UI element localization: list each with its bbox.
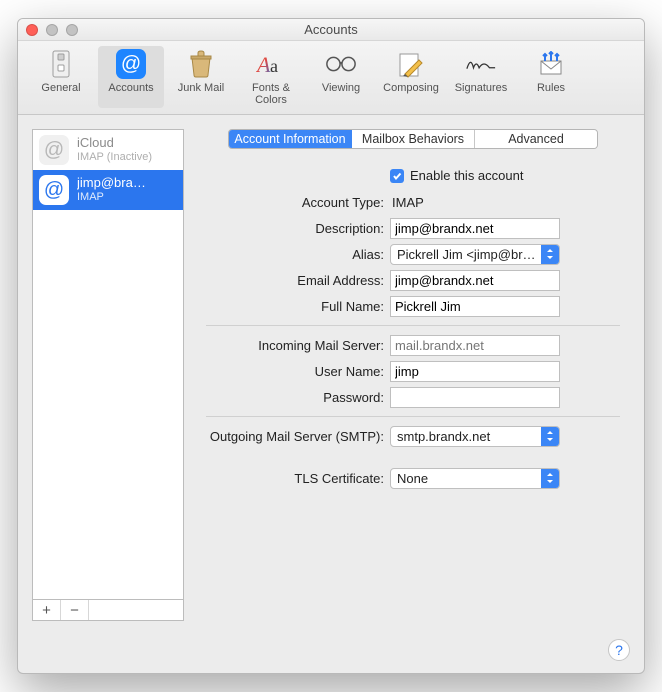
toolbar-label: Composing (378, 82, 444, 94)
account-row-icloud[interactable]: @ iCloud IMAP (Inactive) (33, 130, 183, 170)
accounts-sidebar: @ iCloud IMAP (Inactive) @ jimp@bra… IMA… (32, 129, 184, 621)
glasses-icon (325, 55, 357, 73)
description-label: Description: (196, 221, 390, 236)
account-subtitle: IMAP (Inactive) (77, 151, 152, 164)
incoming-label: Incoming Mail Server: (196, 338, 390, 353)
email-label: Email Address: (196, 273, 390, 288)
preferences-window: Accounts General @ Accounts Junk Mail Aa… (17, 18, 645, 674)
svg-text:A: A (256, 52, 271, 77)
tab-mailbox-behaviors[interactable]: Mailbox Behaviors (352, 130, 475, 148)
at-icon: @ (39, 175, 69, 205)
add-account-button[interactable]: + (33, 600, 61, 620)
signature-icon (465, 54, 497, 74)
toolbar-item-general[interactable]: General (28, 46, 94, 108)
account-name: iCloud (77, 136, 152, 151)
account-form: Enable this account Account Type: IMAP D… (196, 163, 630, 491)
tab-account-information[interactable]: Account Information (229, 130, 352, 148)
fullname-label: Full Name: (196, 299, 390, 314)
tls-label: TLS Certificate: (196, 471, 390, 486)
chevron-up-down-icon (541, 469, 559, 488)
accounts-list[interactable]: @ iCloud IMAP (Inactive) @ jimp@bra… IMA… (32, 129, 184, 599)
toolbar-item-accounts[interactable]: @ Accounts (98, 46, 164, 108)
chevron-up-down-icon (541, 245, 559, 264)
toolbar-item-rules[interactable]: Rules (518, 46, 584, 108)
outgoing-server-select[interactable]: smtp.brandx.net (390, 426, 560, 447)
password-label: Password: (196, 390, 390, 405)
fonts-icon: Aa (256, 50, 286, 78)
enable-account-checkbox[interactable]: Enable this account (390, 168, 523, 183)
toolbar-label: Fonts & Colors (238, 82, 304, 106)
trash-icon (188, 50, 214, 78)
content-area: @ iCloud IMAP (Inactive) @ jimp@bra… IMA… (18, 115, 644, 633)
segmented-control: Account Information Mailbox Behaviors Ad… (228, 129, 598, 149)
toolbar-item-viewing[interactable]: Viewing (308, 46, 374, 108)
filler (89, 600, 183, 620)
footer: ? (18, 633, 644, 673)
account-name: jimp@bra… (77, 176, 146, 191)
check-icon (390, 169, 404, 183)
toolbar-item-composing[interactable]: Composing (378, 46, 444, 108)
alias-select[interactable]: Pickrell Jim <jimp@brandx.net> (390, 244, 560, 265)
tab-advanced[interactable]: Advanced (475, 130, 597, 148)
toolbar-item-fonts[interactable]: Aa Fonts & Colors (238, 46, 304, 108)
add-remove-bar: + − (32, 599, 184, 621)
password-input[interactable] (390, 387, 560, 408)
divider (206, 416, 620, 417)
username-input[interactable] (390, 361, 560, 382)
outgoing-server-value: smtp.brandx.net (391, 429, 541, 444)
toolbar-item-signatures[interactable]: Signatures (448, 46, 514, 108)
toolbar-label: General (28, 82, 94, 94)
divider (206, 325, 620, 326)
rules-icon (537, 51, 565, 77)
toolbar-item-junk[interactable]: Junk Mail (168, 46, 234, 108)
toolbar-label: Signatures (448, 82, 514, 94)
toolbar: General @ Accounts Junk Mail Aa Fonts & … (18, 41, 644, 115)
fullname-input[interactable] (390, 296, 560, 317)
toolbar-label: Viewing (308, 82, 374, 94)
remove-account-button[interactable]: − (61, 600, 89, 620)
alias-value: Pickrell Jim <jimp@brandx.net> (391, 247, 541, 262)
tls-value: None (391, 471, 541, 486)
switch-icon (50, 50, 72, 78)
username-label: User Name: (196, 364, 390, 379)
toolbar-label: Junk Mail (168, 82, 234, 94)
alias-label: Alias: (196, 247, 390, 262)
svg-text:a: a (270, 56, 278, 76)
at-icon: @ (116, 49, 146, 79)
account-subtitle: IMAP (77, 191, 146, 204)
at-icon: @ (39, 135, 69, 165)
account-type-label: Account Type: (196, 195, 390, 210)
toolbar-label: Accounts (98, 82, 164, 94)
incoming-server-input (390, 335, 560, 356)
outgoing-label: Outgoing Mail Server (SMTP): (196, 429, 390, 444)
description-input[interactable] (390, 218, 560, 239)
compose-icon (397, 50, 425, 78)
window-title: Accounts (18, 22, 644, 37)
titlebar: Accounts (18, 19, 644, 41)
email-input[interactable] (390, 270, 560, 291)
account-type-value: IMAP (390, 195, 630, 210)
toolbar-label: Rules (518, 82, 584, 94)
account-row-brandx[interactable]: @ jimp@bra… IMAP (33, 170, 183, 210)
help-button[interactable]: ? (608, 639, 630, 661)
chevron-up-down-icon (541, 427, 559, 446)
enable-account-label: Enable this account (410, 168, 523, 183)
tls-certificate-select[interactable]: None (390, 468, 560, 489)
settings-pane: Account Information Mailbox Behaviors Ad… (196, 129, 630, 621)
